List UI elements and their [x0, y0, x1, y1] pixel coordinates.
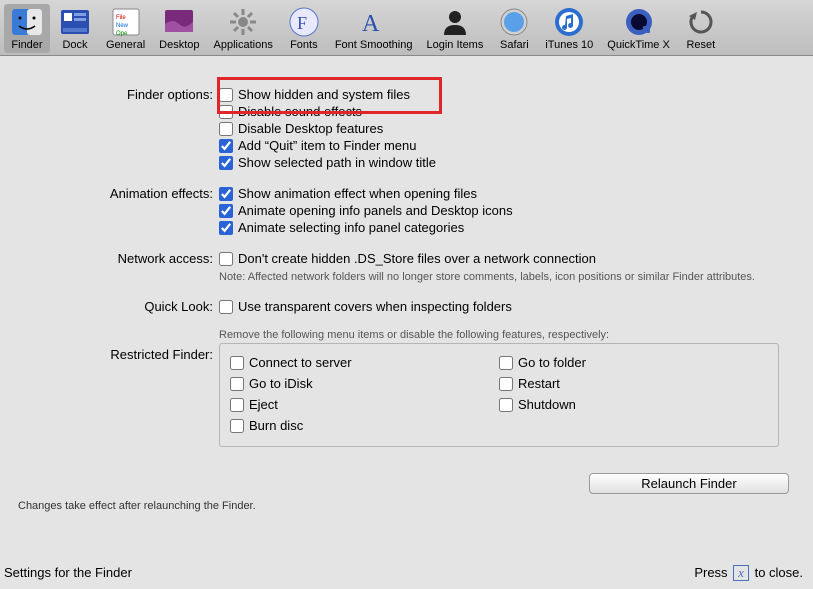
- reset-icon: [685, 6, 717, 38]
- checkbox-go-folder[interactable]: [499, 356, 513, 370]
- checkbox-ds-store[interactable]: [219, 252, 233, 266]
- checkbox-label: Restart: [518, 376, 560, 391]
- toolbar-item-font-smoothing[interactable]: A Font Smoothing: [329, 4, 419, 53]
- checkbox-label: Show hidden and system files: [238, 87, 410, 102]
- checkbox-anim-info[interactable]: [219, 204, 233, 218]
- relaunch-finder-button[interactable]: Relaunch Finder: [589, 473, 789, 494]
- checkbox-label: Show selected path in window title: [238, 155, 436, 170]
- fonts-icon: F: [288, 6, 320, 38]
- checkbox-disable-sound[interactable]: [219, 105, 233, 119]
- checkbox-label: Show animation effect when opening files: [238, 186, 477, 201]
- toolbar: Finder Dock File New Ope General Desktop A…: [0, 0, 813, 56]
- toolbar-item-quicktime[interactable]: QuickTime X: [601, 4, 676, 53]
- status-right: Press x to close.: [694, 565, 803, 581]
- font-smoothing-icon: A: [358, 6, 390, 38]
- checkbox-connect-server[interactable]: [230, 356, 244, 370]
- safari-icon: [498, 6, 530, 38]
- checkbox-shutdown[interactable]: [499, 398, 513, 412]
- checkbox-label: Animate opening info panels and Desktop …: [238, 203, 513, 218]
- checkbox-label: Don't create hidden .DS_Store files over…: [238, 251, 596, 266]
- checkbox-label: Eject: [249, 397, 278, 412]
- toolbar-item-safari[interactable]: Safari: [491, 4, 537, 53]
- toolbar-item-reset[interactable]: Reset: [678, 4, 724, 53]
- svg-text:F: F: [297, 13, 307, 33]
- toolbar-label: Font Smoothing: [335, 39, 413, 51]
- status-left: Settings for the Finder: [4, 565, 132, 580]
- checkbox-label: Animate selecting info panel categories: [238, 220, 464, 235]
- toolbar-item-applications[interactable]: Applications: [208, 4, 279, 53]
- checkbox-transparent-covers[interactable]: [219, 300, 233, 314]
- checkbox-label: Use transparent covers when inspecting f…: [238, 299, 512, 314]
- general-icon: File New Ope: [110, 6, 142, 38]
- checkbox-label: Shutdown: [518, 397, 576, 412]
- toolbar-item-login-items[interactable]: Login Items: [420, 4, 489, 53]
- status-bar: Settings for the Finder Press x to close…: [0, 561, 813, 589]
- checkbox-show-hidden[interactable]: [219, 88, 233, 102]
- section-label-quicklook: Quick Look:: [24, 298, 219, 315]
- toolbar-label: iTunes 10: [545, 39, 593, 51]
- svg-text:New: New: [116, 23, 129, 29]
- toolbar-label: Safari: [500, 39, 529, 51]
- checkbox-label: Disable sound effects: [238, 104, 362, 119]
- checkbox-label: Disable Desktop features: [238, 121, 383, 136]
- toolbar-item-itunes[interactable]: iTunes 10: [539, 4, 599, 53]
- footer-note: Changes take effect after relaunching th…: [18, 500, 813, 512]
- toolbar-item-fonts[interactable]: F Fonts: [281, 4, 327, 53]
- toolbar-label: General: [106, 39, 145, 51]
- toolbar-item-finder[interactable]: Finder: [4, 4, 50, 53]
- checkbox-disable-desktop[interactable]: [219, 122, 233, 136]
- toolbar-item-dock[interactable]: Dock: [52, 4, 98, 53]
- toolbar-label: Desktop: [159, 39, 199, 51]
- content-area: Finder options: Show hidden and system f…: [0, 56, 813, 457]
- toolbar-label: Applications: [214, 39, 273, 51]
- svg-text:A: A: [362, 11, 380, 37]
- checkbox-label: Connect to server: [249, 355, 352, 370]
- itunes-icon: [553, 6, 585, 38]
- checkbox-label: Burn disc: [249, 418, 303, 433]
- checkbox-go-idisk[interactable]: [230, 377, 244, 391]
- toolbar-item-general[interactable]: File New Ope General: [100, 4, 151, 53]
- restricted-group-box: Connect to server Go to iDisk Eject Burn…: [219, 343, 779, 447]
- checkbox-label: Go to folder: [518, 355, 586, 370]
- checkbox-add-quit[interactable]: [219, 139, 233, 153]
- svg-text:Ope: Ope: [116, 31, 128, 37]
- dock-icon: [59, 6, 91, 38]
- checkbox-eject[interactable]: [230, 398, 244, 412]
- toolbar-label: QuickTime X: [607, 39, 670, 51]
- login-items-icon: [439, 6, 471, 38]
- close-key[interactable]: x: [733, 565, 749, 581]
- checkbox-burn-disc[interactable]: [230, 419, 244, 433]
- checkbox-anim-open[interactable]: [219, 187, 233, 201]
- finder-icon: [11, 6, 43, 38]
- toolbar-label: Fonts: [290, 39, 318, 51]
- checkbox-restart[interactable]: [499, 377, 513, 391]
- checkbox-anim-select[interactable]: [219, 221, 233, 235]
- toolbar-label: Finder: [11, 39, 42, 51]
- applications-icon: [227, 6, 259, 38]
- section-label-restricted: Restricted Finder:: [24, 329, 219, 447]
- section-label-network: Network access:: [24, 250, 219, 284]
- checkbox-show-path[interactable]: [219, 156, 233, 170]
- quicktime-icon: [623, 6, 655, 38]
- svg-text:File: File: [116, 15, 126, 21]
- checkbox-label: Go to iDisk: [249, 376, 313, 391]
- toolbar-label: Reset: [686, 39, 715, 51]
- desktop-icon: [163, 6, 195, 38]
- network-note: Note: Affected network folders will no l…: [219, 270, 759, 284]
- section-label-finder-options: Finder options:: [24, 86, 219, 171]
- restricted-caption: Remove the following menu items or disab…: [219, 329, 789, 341]
- section-label-animation: Animation effects:: [24, 185, 219, 236]
- toolbar-item-desktop[interactable]: Desktop: [153, 4, 205, 53]
- checkbox-label: Add “Quit” item to Finder menu: [238, 138, 416, 153]
- toolbar-label: Dock: [62, 39, 87, 51]
- toolbar-label: Login Items: [426, 39, 483, 51]
